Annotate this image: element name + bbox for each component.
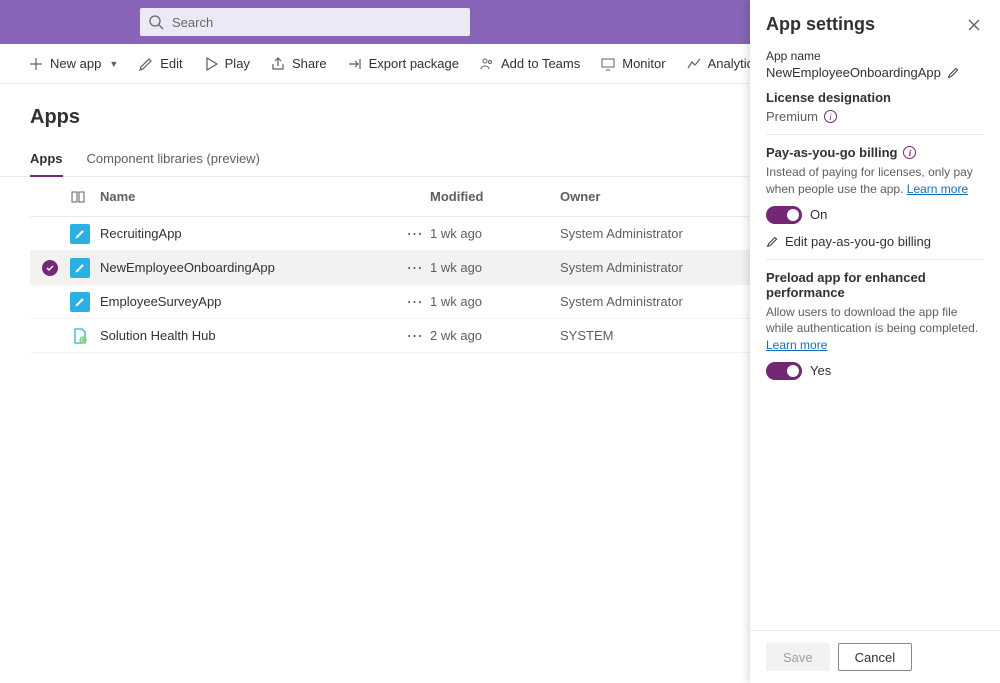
app-name-label: App name [766, 49, 984, 63]
divider [766, 259, 984, 260]
search-icon [148, 14, 164, 30]
panel-title: App settings [766, 14, 875, 35]
share-button[interactable]: Share [262, 52, 335, 76]
chevron-down-icon: ▼ [109, 59, 118, 69]
preload-description: Allow users to download the app file whi… [766, 304, 984, 354]
edit-payg-link[interactable]: Edit pay-as-you-go billing [766, 234, 984, 249]
save-button: Save [766, 643, 830, 671]
edit-name-icon[interactable] [947, 66, 960, 79]
app-name-cell[interactable]: EmployeeSurveyApp [100, 294, 400, 309]
tab-apps[interactable]: Apps [30, 143, 63, 176]
view-icon[interactable] [70, 189, 100, 205]
teams-label: Add to Teams [501, 56, 580, 71]
analytics-icon [686, 56, 702, 72]
share-label: Share [292, 56, 327, 71]
divider [766, 134, 984, 135]
monitor-button[interactable]: Monitor [592, 52, 673, 76]
teams-icon [479, 56, 495, 72]
info-icon[interactable]: i [903, 146, 916, 159]
modified-cell: 2 wk ago [430, 328, 560, 343]
payg-toggle[interactable] [766, 206, 802, 224]
preload-title: Preload app for enhanced performance [766, 270, 984, 300]
panel-header: App settings [750, 0, 1000, 43]
app-name-cell[interactable]: NewEmployeeOnboardingApp [100, 260, 400, 275]
info-icon[interactable]: i [824, 110, 837, 123]
edit-payg-label: Edit pay-as-you-go billing [785, 234, 931, 249]
search-wrap [140, 8, 470, 36]
payg-toggle-row: On [766, 206, 984, 224]
owner-cell: System Administrator [560, 294, 740, 309]
app-name-value: NewEmployeeOnboardingApp [766, 65, 941, 80]
new-app-button[interactable]: New app ▼ [20, 52, 126, 76]
more-actions-button[interactable]: ⋯ [400, 326, 430, 346]
learn-more-link[interactable]: Learn more [766, 338, 827, 352]
modified-cell: 1 wk ago [430, 260, 560, 275]
monitor-icon [600, 56, 616, 72]
search-input[interactable] [140, 8, 470, 36]
payg-toggle-label: On [810, 207, 827, 222]
payg-description: Instead of paying for licenses, only pay… [766, 164, 984, 198]
edit-button[interactable]: Edit [130, 52, 190, 76]
license-value: Premium [766, 109, 818, 124]
payg-title: Pay-as-you-go billing [766, 145, 897, 160]
cancel-button[interactable]: Cancel [838, 643, 912, 671]
column-owner[interactable]: Owner [560, 189, 740, 204]
export-icon [347, 56, 363, 72]
more-actions-button[interactable]: ⋯ [400, 258, 430, 278]
plus-icon [28, 56, 44, 72]
row-select-cell[interactable] [30, 260, 70, 276]
license-value-row: Premium i [766, 109, 984, 124]
owner-cell: System Administrator [560, 260, 740, 275]
app-icon [70, 258, 100, 278]
export-button[interactable]: Export package [339, 52, 467, 76]
owner-cell: SYSTEM [560, 328, 740, 343]
panel-footer: Save Cancel [750, 630, 1000, 683]
app-name-row: NewEmployeeOnboardingApp [766, 65, 984, 80]
panel-body: App name NewEmployeeOnboardingApp Licens… [750, 43, 1000, 630]
app-name-cell[interactable]: RecruitingApp [100, 226, 400, 241]
more-actions-button[interactable]: ⋯ [400, 224, 430, 244]
share-icon [270, 56, 286, 72]
play-icon [203, 56, 219, 72]
preload-toggle[interactable] [766, 362, 802, 380]
license-label: License designation [766, 90, 984, 105]
new-app-label: New app [50, 56, 101, 71]
modified-cell: 1 wk ago [430, 294, 560, 309]
app-name-cell[interactable]: Solution Health Hub [100, 328, 400, 343]
preload-toggle-row: Yes [766, 362, 984, 380]
play-label: Play [225, 56, 250, 71]
edit-label: Edit [160, 56, 182, 71]
payg-title-row: Pay-as-you-go billing i [766, 145, 984, 160]
app-icon [70, 224, 100, 244]
close-button[interactable] [964, 15, 984, 35]
column-name[interactable]: Name [100, 189, 400, 204]
pencil-icon [138, 56, 154, 72]
modified-cell: 1 wk ago [430, 226, 560, 241]
export-label: Export package [369, 56, 459, 71]
pencil-icon [766, 235, 779, 248]
preload-toggle-label: Yes [810, 363, 831, 378]
play-button[interactable]: Play [195, 52, 258, 76]
app-icon [70, 292, 100, 312]
checkmark-icon [42, 260, 58, 276]
more-actions-button[interactable]: ⋯ [400, 292, 430, 312]
app-icon [70, 326, 100, 346]
monitor-label: Monitor [622, 56, 665, 71]
learn-more-link[interactable]: Learn more [907, 182, 968, 196]
settings-panel: App settings App name NewEmployeeOnboard… [750, 0, 1000, 683]
tab-component-libraries[interactable]: Component libraries (preview) [87, 143, 260, 176]
teams-button[interactable]: Add to Teams [471, 52, 588, 76]
owner-cell: System Administrator [560, 226, 740, 241]
column-modified[interactable]: Modified [430, 189, 560, 204]
